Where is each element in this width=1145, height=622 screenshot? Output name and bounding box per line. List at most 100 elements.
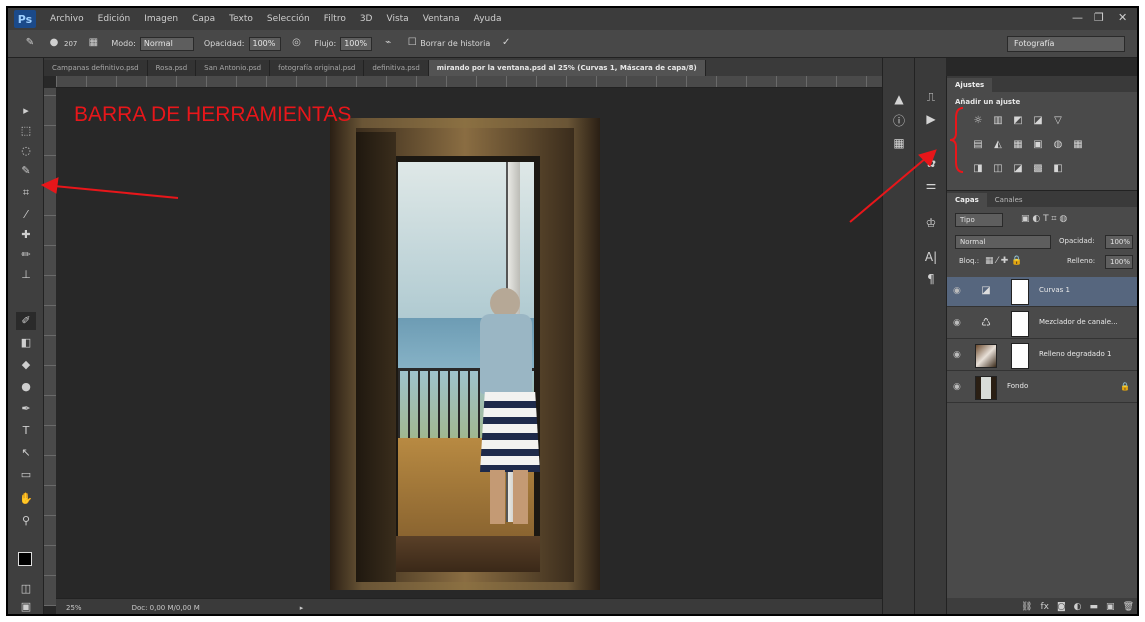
layer-row-fondo[interactable]: ◉ Fondo 🔒 — [947, 373, 1137, 403]
brightness-contrast-icon[interactable]: ☼ — [971, 114, 985, 127]
menu-filtro[interactable]: Filtro — [324, 14, 346, 24]
mode-select[interactable]: Normal — [139, 36, 194, 51]
type-tool-icon[interactable]: T — [16, 422, 36, 440]
opacity-field[interactable]: 100% — [248, 36, 281, 51]
history-brush-tool-icon[interactable]: ✐ — [16, 312, 36, 330]
color-balance-icon[interactable]: ◭ — [991, 138, 1005, 151]
status-menu-arrow-icon[interactable]: ▸ — [300, 604, 304, 612]
minimize-button[interactable]: — — [1072, 11, 1083, 24]
brush-panel-icon[interactable]: ▦ — [85, 37, 101, 51]
new-group-icon[interactable]: ▬ — [1090, 602, 1099, 612]
tab-canales[interactable]: Canales — [987, 193, 1031, 207]
pen-tool-icon[interactable]: ✒ — [16, 400, 36, 418]
healing-brush-tool-icon[interactable]: ✚ — [16, 226, 36, 244]
menu-vista[interactable]: Vista — [386, 14, 408, 24]
layer-row-mezclador[interactable]: ◉ ♺ Mezclador de canale... — [947, 309, 1137, 339]
pressure-size-icon[interactable]: ✓ — [498, 37, 514, 51]
posterize-icon[interactable]: ◫ — [991, 162, 1005, 175]
menu-ventana[interactable]: Ventana — [423, 14, 460, 24]
brush-tool-icon[interactable]: ✏ — [16, 246, 36, 264]
history-panel-icon[interactable]: ⎍ — [921, 88, 941, 106]
blur-tool-icon[interactable]: ● — [16, 378, 36, 396]
path-select-tool-icon[interactable]: ↖ — [16, 444, 36, 462]
lock-icons[interactable]: ▦ ⁄ ✚ 🔒 — [981, 255, 1051, 269]
layer-style-icon[interactable]: fx — [1040, 602, 1049, 612]
eyedropper-tool-icon[interactable]: ⁄ — [16, 206, 36, 224]
blend-mode-select[interactable]: Normal — [955, 235, 1051, 249]
layer-mask-thumb[interactable] — [1011, 343, 1029, 369]
new-adjustment-icon[interactable]: ◐ — [1074, 602, 1082, 612]
airbrush-icon[interactable]: ⌁ — [380, 37, 396, 51]
menu-imagen[interactable]: Imagen — [144, 14, 178, 24]
properties-panel-icon[interactable]: ⚌ — [921, 176, 941, 194]
new-layer-icon[interactable]: ▣ — [1106, 602, 1115, 612]
fill-field[interactable]: 100% — [1105, 255, 1133, 269]
visibility-eye-icon[interactable]: ◉ — [953, 317, 965, 329]
visibility-eye-icon[interactable]: ◉ — [953, 381, 965, 393]
channel-mixer-icon[interactable]: ◍ — [1051, 138, 1065, 151]
document-canvas[interactable] — [56, 88, 882, 598]
swatches-icon[interactable]: ▦ — [889, 134, 909, 152]
threshold-icon[interactable]: ◪ — [1011, 162, 1025, 175]
add-mask-icon[interactable]: ◙ — [1057, 602, 1066, 612]
link-layers-icon[interactable]: ⛓ — [1021, 602, 1032, 612]
doc-tab[interactable]: Campanas definitivo.psd — [44, 60, 148, 76]
color-lookup-icon[interactable]: ▦ — [1071, 138, 1085, 151]
lasso-tool-icon[interactable]: ◌ — [16, 142, 36, 160]
layer-opacity-field[interactable]: 100% — [1105, 235, 1133, 249]
gradient-map-icon[interactable]: ▩ — [1031, 162, 1045, 175]
hue-saturation-icon[interactable]: ▤ — [971, 138, 985, 151]
visibility-eye-icon[interactable]: ◉ — [953, 285, 965, 297]
zoom-tool-icon[interactable]: ⚲ — [16, 512, 36, 530]
tab-ajustes[interactable]: Ajustes — [947, 78, 993, 92]
layer-row-relleno[interactable]: ◉ Relleno degradado 1 — [947, 341, 1137, 371]
levels-icon[interactable]: ▥ — [991, 114, 1005, 127]
visibility-eye-icon[interactable]: ◉ — [953, 349, 965, 361]
screen-mode-icon[interactable]: ▣ — [16, 598, 36, 614]
vibrance-icon[interactable]: ▽ — [1051, 114, 1065, 127]
history-brush-icon[interactable]: ✎ — [22, 37, 38, 51]
tab-capas[interactable]: Capas — [947, 193, 987, 207]
menu-archivo[interactable]: Archivo — [50, 14, 84, 24]
doc-tab[interactable]: definitiva.psd — [364, 60, 429, 76]
layer-filter-icons[interactable]: ▣ ◐ T ⌗ ◍ — [1017, 213, 1132, 227]
gradient-tool-icon[interactable]: ◆ — [16, 356, 36, 374]
hand-tool-icon[interactable]: ✋ — [16, 490, 36, 508]
menu-3d[interactable]: 3D — [360, 14, 373, 24]
workspace-select[interactable]: Fotografía — [1007, 36, 1125, 52]
flow-field[interactable]: 100% — [340, 36, 373, 51]
quick-select-tool-icon[interactable]: ✎ — [16, 162, 36, 180]
clone-stamp-tool-icon[interactable]: ⊥ — [16, 266, 36, 284]
selective-color-icon[interactable]: ◧ — [1051, 162, 1065, 175]
actions-panel-icon[interactable]: ▶ — [921, 110, 941, 128]
close-button[interactable]: ✕ — [1118, 11, 1127, 24]
histogram-icon[interactable]: ▲ — [889, 90, 909, 108]
menu-capa[interactable]: Capa — [192, 14, 215, 24]
layer-kind-filter[interactable]: Tipo — [955, 213, 1003, 227]
black-white-icon[interactable]: ▦ — [1011, 138, 1025, 151]
foreground-color-swatch[interactable] — [18, 552, 32, 566]
curves-icon[interactable]: ◩ — [1011, 114, 1025, 127]
eraser-tool-icon[interactable]: ◧ — [16, 334, 36, 352]
crop-tool-icon[interactable]: ⌗ — [16, 184, 36, 202]
restore-button[interactable]: ❐ — [1094, 11, 1104, 24]
menu-ayuda[interactable]: Ayuda — [474, 14, 502, 24]
quick-mask-icon[interactable]: ◫ — [16, 580, 36, 598]
invert-icon[interactable]: ◨ — [971, 162, 985, 175]
layer-row-curvas[interactable]: ◉ ◪ Curvas 1 — [947, 277, 1137, 307]
info-icon[interactable]: ⓘ — [889, 112, 909, 130]
doc-tab-active[interactable]: mirando por la ventana.psd al 25% (Curva… — [428, 60, 706, 76]
zoom-readout[interactable]: 25% — [66, 604, 82, 612]
move-tool-icon[interactable]: ▸ — [16, 102, 36, 120]
doc-tab[interactable]: fotografía original.psd — [270, 60, 365, 76]
brush-panel-icon[interactable]: ✿ — [921, 154, 941, 172]
doc-tab[interactable]: San Antonio.psd — [196, 60, 271, 76]
shape-tool-icon[interactable]: ▭ — [16, 466, 36, 484]
exposure-icon[interactable]: ◪ — [1031, 114, 1045, 127]
layer-mask-thumb[interactable] — [1011, 279, 1029, 305]
pressure-opacity-icon[interactable]: ◎ — [289, 37, 305, 51]
doc-tab[interactable]: Rosa.psd — [147, 60, 197, 76]
menu-texto[interactable]: Texto — [229, 14, 253, 24]
paragraph-panel-icon[interactable]: ¶ — [921, 270, 941, 288]
menu-seleccion[interactable]: Selección — [267, 14, 310, 24]
